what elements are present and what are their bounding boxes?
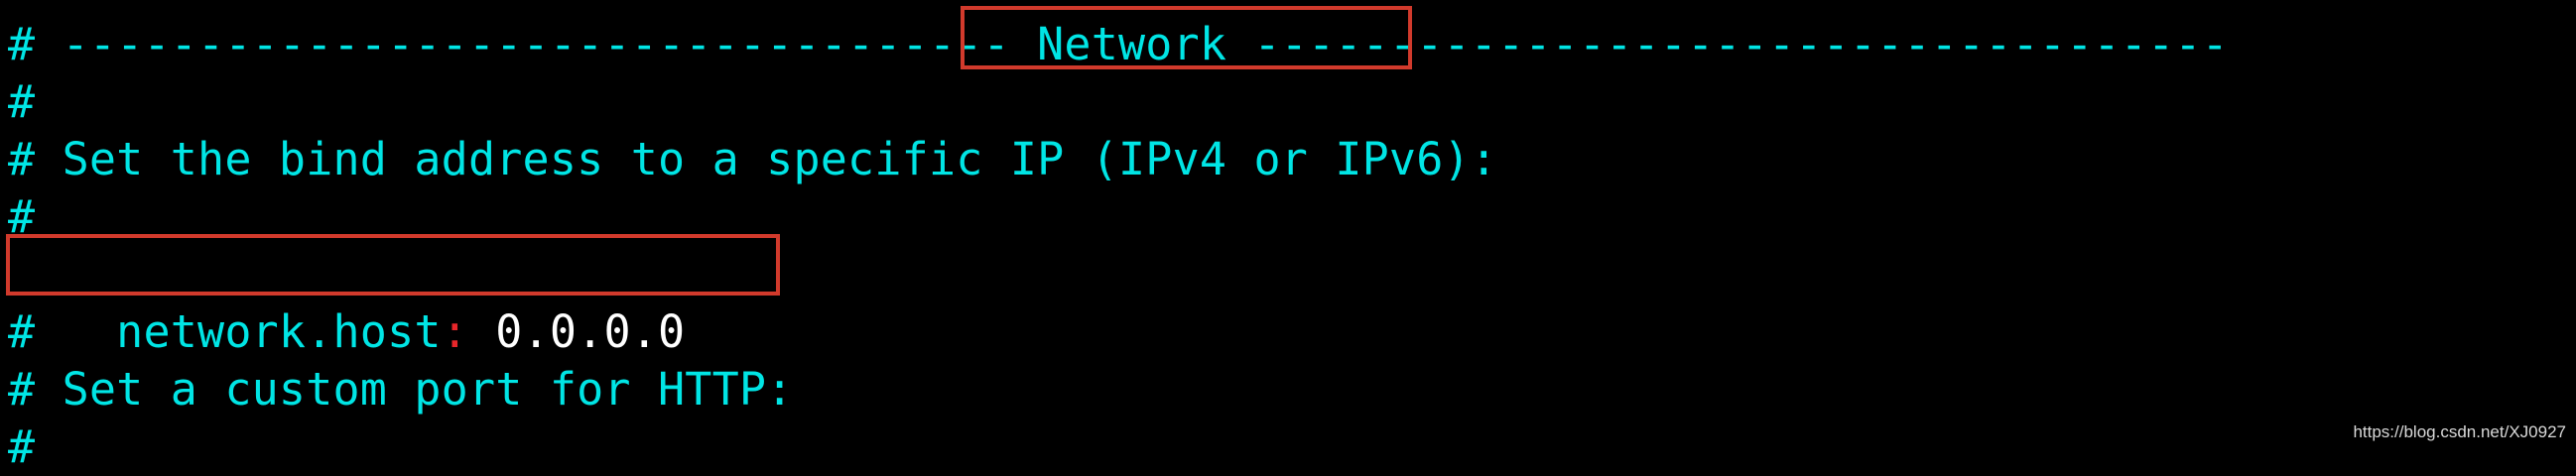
setting-line-network-host[interactable]: network.host: 0.0.0.0 <box>8 246 685 358</box>
setting-colon: : <box>441 305 468 358</box>
comment-line: # <box>8 420 36 473</box>
comment-line: # <box>8 305 36 358</box>
comment-line: # Set the bind address to a specific IP … <box>8 133 1498 185</box>
comment-line: # <box>8 75 36 128</box>
setting-value: 0.0.0.0 <box>467 305 686 358</box>
setting-key: network.host <box>116 305 442 358</box>
comment-line: # <box>8 190 36 243</box>
terminal-window: # ----------------------------------- Ne… <box>8 8 2568 473</box>
watermark-text: https://blog.csdn.net/XJ0927 <box>2353 422 2566 441</box>
section-header-line: # ----------------------------------- Ne… <box>8 18 2229 70</box>
comment-line: # Set a custom port for HTTP: <box>8 363 794 416</box>
